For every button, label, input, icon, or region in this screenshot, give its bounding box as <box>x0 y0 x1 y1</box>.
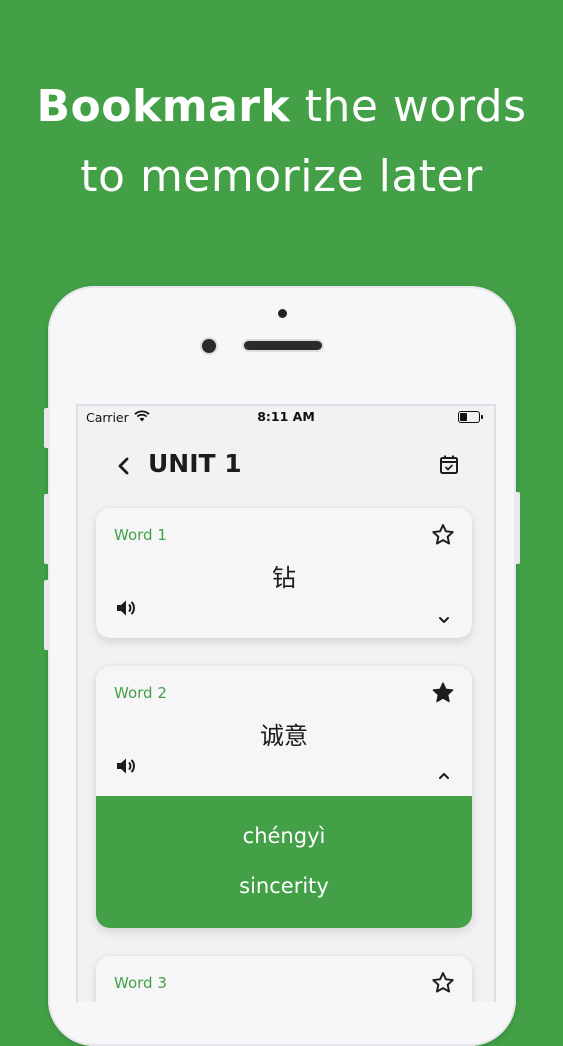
word-card[interactable]: Word 1 钻 <box>96 508 472 638</box>
volume-down-button <box>44 580 50 650</box>
volume-up-button <box>44 494 50 564</box>
word-label: Word 3 <box>114 974 167 992</box>
status-bar: Carrier 8:11 AM <box>78 406 494 428</box>
status-time: 8:11 AM <box>257 409 315 424</box>
word-pinyin: chéngyì <box>242 824 326 848</box>
answer-panel: chéngyì sincerity <box>96 796 472 928</box>
star-outline-icon[interactable] <box>430 970 456 996</box>
page-title: UNIT 1 <box>148 449 242 478</box>
nav-bar: UNIT 1 <box>78 446 494 486</box>
front-camera <box>202 339 216 353</box>
battery-icon <box>458 411 483 423</box>
chevron-down-icon[interactable] <box>434 610 454 630</box>
star-outline-icon[interactable] <box>430 522 456 548</box>
star-filled-icon[interactable] <box>430 680 456 706</box>
chevron-up-icon[interactable] <box>434 766 454 786</box>
mute-switch <box>44 408 50 448</box>
word-label: Word 2 <box>114 684 167 702</box>
word-hanzi: 钻 <box>272 564 296 592</box>
word-card-expanded[interactable]: Word 2 诚意 chéngyì sincerity <box>96 666 472 928</box>
power-button <box>514 492 520 564</box>
earpiece-speaker <box>244 341 322 350</box>
word-card[interactable]: Word 3 <box>96 956 472 1002</box>
promo-headline: Bookmark the words to memorize later <box>0 72 563 212</box>
speaker-icon[interactable] <box>114 596 138 620</box>
app-screen: Carrier 8:11 AM UNIT 1 Word 1 钻 Word 2 诚… <box>76 404 496 1002</box>
headline-bold: Bookmark <box>36 81 291 132</box>
calendar-check-icon[interactable] <box>436 452 462 478</box>
back-arrow-icon[interactable] <box>110 452 138 480</box>
word-meaning: sincerity <box>239 874 329 898</box>
proximity-sensor <box>278 309 287 318</box>
word-hanzi: 诚意 <box>260 722 308 750</box>
speaker-icon[interactable] <box>114 754 138 778</box>
headline-rest: the words <box>290 81 527 132</box>
word-label: Word 1 <box>114 526 167 544</box>
headline-line2: to memorize later <box>80 151 483 202</box>
